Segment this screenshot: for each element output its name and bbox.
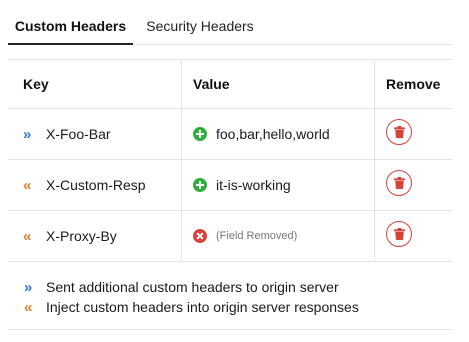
- x-circle-icon: [193, 229, 207, 243]
- remove-header-button[interactable]: [386, 170, 412, 196]
- column-divider: [181, 211, 182, 261]
- tab-custom-headers[interactable]: Custom Headers: [8, 0, 133, 45]
- remove-header-button[interactable]: [386, 221, 412, 247]
- outbound-arrow-icon: »: [24, 278, 33, 296]
- trash-icon: [393, 177, 405, 189]
- table-header-row: Key Value Remove: [8, 59, 452, 108]
- legend-item-outbound: » Sent additional custom headers to orig…: [24, 277, 359, 297]
- header-tabs: Custom Headers Security Headers: [8, 0, 452, 45]
- remove-cell: [386, 119, 412, 145]
- remove-header-button[interactable]: [386, 119, 412, 145]
- inbound-arrow-icon: «: [24, 298, 33, 316]
- column-header-key: Key: [23, 76, 49, 92]
- table-row: « X-Custom-Resp it-is-working: [8, 159, 452, 210]
- trash-icon: [393, 228, 405, 240]
- header-value-removed: (Field Removed): [216, 230, 298, 242]
- direction-legend: » Sent additional custom headers to orig…: [24, 277, 359, 317]
- column-divider: [181, 160, 182, 210]
- bottom-divider: [8, 329, 452, 330]
- legend-item-inbound: « Inject custom headers into origin serv…: [24, 297, 359, 317]
- remove-cell: [386, 170, 412, 196]
- header-value: foo,bar,hello,world: [216, 126, 330, 142]
- headers-table: Key Value Remove » X-Foo-Bar foo,bar,hel…: [8, 59, 452, 262]
- column-divider: [181, 109, 182, 159]
- custom-headers-panel: Custom Headers Security Headers Key Valu…: [0, 0, 469, 342]
- header-value-cell: (Field Removed): [193, 211, 297, 261]
- column-divider: [374, 160, 375, 210]
- column-header-remove: Remove: [386, 76, 441, 92]
- outbound-arrow-icon: »: [23, 125, 32, 143]
- trash-icon: [393, 126, 405, 138]
- column-divider: [374, 60, 375, 108]
- table-bottom-border: [8, 261, 452, 262]
- remove-cell: [386, 221, 412, 247]
- legend-inbound-text: Inject custom headers into origin server…: [46, 299, 359, 315]
- column-divider: [374, 109, 375, 159]
- tab-security-headers[interactable]: Security Headers: [145, 0, 255, 44]
- inbound-arrow-icon: «: [23, 227, 32, 245]
- table-row: » X-Foo-Bar foo,bar,hello,world: [8, 108, 452, 159]
- header-value-cell: it-is-working: [193, 160, 291, 210]
- column-divider: [181, 60, 182, 108]
- inbound-arrow-icon: «: [23, 176, 32, 194]
- header-key: X-Foo-Bar: [46, 126, 111, 142]
- header-key-cell: » X-Foo-Bar: [23, 109, 111, 159]
- header-key: X-Proxy-By: [46, 228, 117, 244]
- column-header-value: Value: [193, 76, 230, 92]
- header-key-cell: « X-Proxy-By: [23, 211, 117, 261]
- legend-outbound-text: Sent additional custom headers to origin…: [46, 279, 339, 295]
- header-value: it-is-working: [216, 177, 291, 193]
- header-value-cell: foo,bar,hello,world: [193, 109, 330, 159]
- header-key-cell: « X-Custom-Resp: [23, 160, 146, 210]
- column-divider: [374, 211, 375, 261]
- header-key: X-Custom-Resp: [46, 177, 146, 193]
- plus-circle-icon: [193, 127, 207, 141]
- table-row: « X-Proxy-By (Field Removed): [8, 210, 452, 261]
- plus-circle-icon: [193, 178, 207, 192]
